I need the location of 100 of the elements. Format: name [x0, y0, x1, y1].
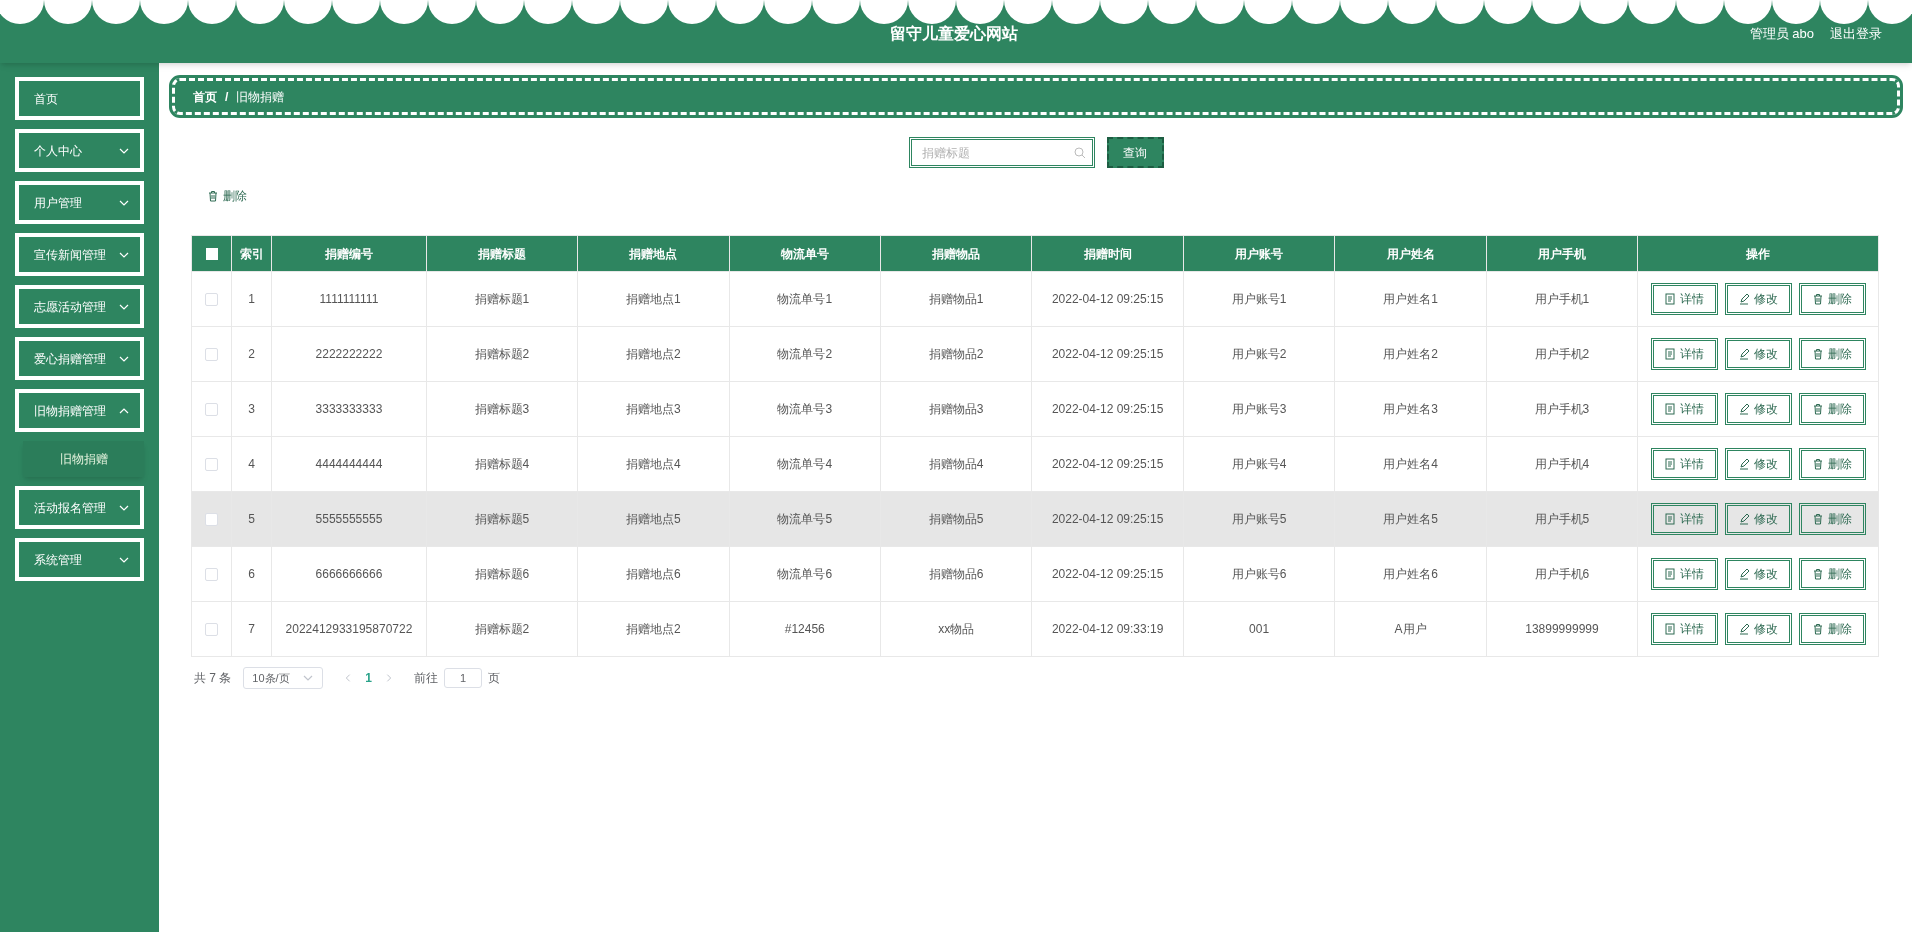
table-cell: 4: [248, 457, 255, 471]
document-icon: [1664, 403, 1677, 415]
trash-icon: [207, 190, 219, 202]
trash-icon: [1812, 458, 1825, 470]
site-title: 留守儿童爱心网站: [890, 24, 1018, 44]
table-cell: 2022-04-12 09:25:15: [1051, 567, 1164, 581]
row-checkbox[interactable]: [205, 623, 219, 637]
table-cell: 1: [248, 292, 255, 306]
pencil-icon: [1738, 403, 1751, 415]
row-checkbox[interactable]: [205, 458, 219, 472]
details-button[interactable]: 详情: [1650, 613, 1718, 645]
column-header: 捐赠标题: [426, 235, 578, 272]
edit-button[interactable]: 修改: [1724, 283, 1792, 315]
sidebar-menu-item[interactable]: 首页: [15, 77, 144, 120]
table-cell: 物流单号3: [777, 402, 833, 416]
page-input[interactable]: 1: [444, 668, 483, 688]
search-field[interactable]: 捐赠标题: [908, 137, 1095, 168]
table-cell: 捐赠地点2: [626, 622, 681, 636]
table-cell: 捐赠地点2: [626, 347, 681, 361]
delete-button[interactable]: 删除: [207, 187, 247, 205]
details-button[interactable]: 详情: [1650, 283, 1718, 315]
column-header: 捐赠物品: [880, 235, 1032, 272]
table-cell: 用户账号2: [1231, 347, 1287, 361]
edit-button[interactable]: 修改: [1724, 503, 1792, 535]
document-icon: [1664, 458, 1677, 470]
sidebar-menu-item[interactable]: 爱心捐赠管理: [15, 337, 144, 380]
breadcrumb-item: 旧物捐赠: [236, 88, 285, 106]
delete-button[interactable]: 删除: [1798, 338, 1866, 370]
sidebar-menu-item[interactable]: 旧物捐赠管理: [15, 389, 144, 432]
query-button[interactable]: 查询: [1106, 137, 1164, 168]
table-row[interactable]: 7 2022412933195870722 捐赠标题2 捐赠地点2 #12456 xx物品 2022-04-12 09:33:19 001 A用户 13899999999 详情 修改 删除: [191, 601, 1879, 657]
row-checkbox[interactable]: [205, 403, 219, 417]
goto-label: 前往: [414, 670, 439, 687]
edit-button[interactable]: 修改: [1724, 448, 1792, 480]
table-row[interactable]: 3 3333333333 捐赠标题3 捐赠地点3 物流单号3 捐赠物品3 2022-04-12 09:25:15 用户账号3 用户姓名3 用户手机3 详情 修改 删除: [191, 381, 1879, 437]
row-checkbox[interactable]: [205, 293, 219, 307]
table-cell: 捐赠物品5: [928, 512, 984, 526]
delete-button[interactable]: 删除: [1798, 558, 1866, 590]
trash-icon: [1812, 403, 1825, 415]
delete-button[interactable]: 删除: [1798, 448, 1866, 480]
delete-button[interactable]: 删除: [1798, 393, 1866, 425]
edit-button[interactable]: 修改: [1724, 338, 1792, 370]
table-cell: 2022-04-12 09:25:15: [1051, 512, 1164, 526]
details-button[interactable]: 详情: [1650, 338, 1718, 370]
sidebar-menu-item[interactable]: 个人中心: [15, 129, 144, 172]
breadcrumb-item[interactable]: 首页: [193, 87, 217, 106]
row-checkbox[interactable]: [205, 348, 219, 362]
details-button[interactable]: 详情: [1650, 393, 1718, 425]
trash-icon: [1812, 623, 1825, 635]
table-cell: 捐赠物品3: [928, 402, 984, 416]
table-row[interactable]: 6 6666666666 捐赠标题6 捐赠地点6 物流单号6 捐赠物品6 2022-04-12 09:25:15 用户账号6 用户姓名6 用户手机6 详情 修改 删除: [191, 546, 1879, 602]
column-header: 用户姓名: [1334, 235, 1487, 272]
table-cell: 物流单号6: [777, 567, 833, 581]
details-button[interactable]: 详情: [1650, 448, 1718, 480]
column-header: 用户账号: [1183, 235, 1335, 272]
delete-button[interactable]: 删除: [1798, 503, 1866, 535]
edit-button[interactable]: 修改: [1724, 558, 1792, 590]
table-row[interactable]: 2 2222222222 捐赠标题2 捐赠地点2 物流单号2 捐赠物品2 2022-04-12 09:25:15 用户账号2 用户姓名2 用户手机2 详情 修改 删除: [191, 326, 1879, 382]
details-button[interactable]: 详情: [1650, 503, 1718, 535]
table-cell: 捐赠地点6: [626, 567, 681, 581]
table-cell: 捐赠地点5: [626, 512, 681, 526]
trash-icon: [1812, 348, 1825, 360]
table-cell: 捐赠物品4: [928, 457, 984, 471]
sidebar-menu-item[interactable]: 活动报名管理: [15, 486, 144, 529]
table-cell: 捐赠地点4: [626, 457, 681, 471]
table-cell: 捐赠标题5: [474, 512, 530, 526]
table-cell: 用户姓名4: [1383, 457, 1438, 471]
table-cell: 2022-04-12 09:25:15: [1051, 347, 1164, 361]
table-cell: 6: [248, 567, 255, 581]
details-button[interactable]: 详情: [1650, 558, 1718, 590]
sidebar-submenu-item[interactable]: 旧物捐赠: [23, 441, 144, 477]
table-cell: 用户姓名5: [1383, 512, 1438, 526]
column-header: 捐赠地点: [577, 235, 730, 272]
select-all-checkbox[interactable]: [205, 248, 218, 261]
table-cell: 用户账号6: [1231, 567, 1287, 581]
page-size-select[interactable]: 10条/页: [243, 667, 324, 689]
table-cell: 2022-04-12 09:25:15: [1051, 402, 1164, 416]
delete-button[interactable]: 删除: [1798, 613, 1866, 645]
table-cell: 用户姓名3: [1383, 402, 1438, 416]
sidebar-menu-item[interactable]: 宣传新闻管理: [15, 233, 144, 276]
sidebar-menu-item[interactable]: 系统管理: [15, 538, 144, 581]
delete-button[interactable]: 删除: [1798, 283, 1866, 315]
table-cell: 捐赠地点1: [626, 292, 681, 306]
document-icon: [1664, 513, 1677, 525]
sidebar-menu-item[interactable]: 志愿活动管理: [15, 285, 144, 328]
table-cell: 捐赠标题1: [474, 292, 530, 306]
logout-link[interactable]: 退出登录: [1830, 24, 1882, 44]
edit-button[interactable]: 修改: [1724, 613, 1792, 645]
edit-button[interactable]: 修改: [1724, 393, 1792, 425]
row-checkbox[interactable]: [205, 513, 219, 527]
table-cell: 用户手机2: [1534, 347, 1590, 361]
trash-icon: [1812, 513, 1825, 525]
table-row[interactable]: 4 4444444444 捐赠标题4 捐赠地点4 物流单号4 捐赠物品4 2022-04-12 09:25:15 用户账号4 用户姓名4 用户手机4 详情 修改 删除: [191, 436, 1879, 492]
row-checkbox[interactable]: [205, 568, 219, 582]
table-cell: 2022412933195870722: [285, 622, 413, 636]
pencil-icon: [1738, 293, 1751, 305]
table-row[interactable]: 5 5555555555 捐赠标题5 捐赠地点5 物流单号5 捐赠物品5 2022-04-12 09:25:15 用户账号5 用户姓名5 用户手机5 详情 修改 删除: [191, 491, 1879, 547]
table-row[interactable]: 1 1111111111 捐赠标题1 捐赠地点1 物流单号1 捐赠物品1 2022-04-12 09:25:15 用户账号1 用户姓名1 用户手机1 详情 修改 删除: [191, 271, 1879, 327]
table-cell: 捐赠物品1: [928, 292, 984, 306]
sidebar-menu-item[interactable]: 用户管理: [15, 181, 144, 224]
